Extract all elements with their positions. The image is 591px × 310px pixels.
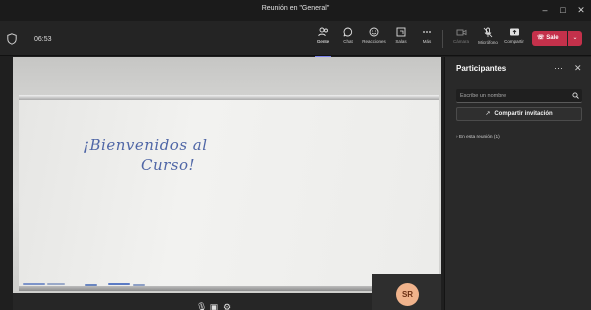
meeting-toolbar: 06:53 Gente Chat Reacciones Salas Más Cá… (0, 21, 591, 57)
marker (47, 283, 65, 285)
leave-dropdown-button[interactable]: ⌄ (568, 31, 582, 46)
camera-label: Cámara (452, 39, 469, 44)
self-video-tile[interactable]: SR (372, 274, 441, 310)
share-screen-icon (509, 28, 519, 36)
whiteboard-line-1: ¡Bienvenidos al (83, 136, 208, 154)
close-icon[interactable]: ✕ (574, 3, 588, 17)
leave-label: Sale (546, 35, 559, 41)
marker (85, 284, 97, 286)
rooms-label: Salas (395, 39, 407, 44)
camera-button[interactable]: Cámara (448, 27, 474, 53)
in-meeting-label: En esta reunión (1) (458, 135, 500, 140)
microphone-muted-icon (483, 27, 493, 38)
close-panel-icon[interactable]: ✕ (574, 63, 582, 74)
share-label: Compartir (504, 39, 524, 44)
search-icon (572, 92, 579, 99)
whiteboard-line-2: Curso! (141, 156, 196, 174)
share-invite-button[interactable]: ↗ Compartir invitación (456, 107, 582, 121)
chat-button[interactable]: Chat (335, 27, 361, 53)
chevron-right-icon: › (456, 135, 458, 140)
marker (108, 283, 130, 285)
meeting-timer: 06:53 (34, 36, 52, 43)
title-bar: Reunión en "General" – □ ✕ (0, 0, 591, 21)
people-icon (317, 27, 328, 37)
search-input[interactable] (460, 89, 565, 102)
people-button[interactable]: Gente (310, 27, 336, 57)
rooms-icon (396, 27, 406, 37)
marker (133, 284, 145, 286)
microphone-button[interactable]: Micrófono (475, 27, 501, 53)
people-label: Gente (316, 39, 330, 44)
microphone-icon[interactable]: 🎙 (196, 302, 207, 310)
microphone-label: Micrófono (478, 40, 498, 45)
avatar: SR (396, 283, 419, 306)
phone-hangup-icon: ☏ (537, 35, 545, 41)
whiteboard-text: ¡Bienvenidos al Curso! (83, 135, 208, 175)
whiteboard-video: ¡Bienvenidos al Curso! (13, 57, 441, 293)
reactions-label: Reacciones (362, 39, 386, 44)
chat-label: Chat (343, 39, 353, 44)
minimize-icon[interactable]: – (538, 3, 552, 17)
camera-off-icon (456, 29, 466, 36)
maximize-icon[interactable]: □ (556, 3, 570, 17)
participants-panel: Participantes ⋯ ✕ ↗Compartir invitación … (444, 57, 591, 310)
search-field[interactable] (456, 89, 582, 103)
whiteboard (19, 100, 439, 286)
marker (23, 283, 45, 285)
share-invite-icon: ↗ (485, 111, 491, 117)
more-options-icon[interactable]: ⋯ (554, 63, 563, 74)
stage-controls: 🎙 ▣ ⚙ (196, 297, 235, 310)
pin-screen-icon[interactable]: ▣ (209, 302, 219, 310)
leave-button[interactable]: ☏ Sale (532, 31, 567, 46)
reactions-button[interactable]: Reacciones (361, 27, 387, 53)
reactions-icon (369, 27, 379, 37)
shield-icon (7, 33, 17, 45)
share-button[interactable]: Compartir (501, 27, 527, 53)
window-title: Reunión en "General" (261, 5, 330, 12)
chat-icon (343, 27, 353, 37)
panel-title: Participantes (456, 64, 507, 73)
rooms-button[interactable]: Salas (388, 27, 414, 53)
share-invite-label: Compartir invitación (494, 111, 553, 117)
chevron-down-icon: ⌄ (572, 35, 578, 41)
video-stage: ¡Bienvenidos al Curso! (13, 57, 441, 310)
in-meeting-section[interactable]: › En esta reunión (1) (456, 135, 500, 140)
more-label: Más (422, 39, 432, 44)
more-icon (423, 31, 431, 33)
toolbar-divider (442, 30, 443, 48)
more-button[interactable]: Más (414, 27, 440, 53)
gear-icon[interactable]: ⚙ (222, 302, 232, 310)
